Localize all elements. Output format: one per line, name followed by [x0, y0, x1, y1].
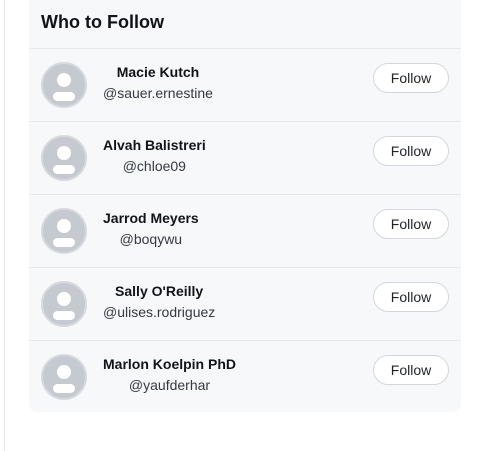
user-info: Macie Kutch @sauer.ernestine [103, 63, 213, 102]
user-info: Marlon Koelpin PhD @yaufderhar [103, 355, 236, 394]
user-info: Jarrod Meyers @boqywu [103, 209, 199, 248]
suggestion-row: Jarrod Meyers @boqywu Follow [29, 194, 461, 267]
panel-title: Who to Follow [41, 12, 164, 32]
user-avatar-icon[interactable] [41, 62, 87, 108]
suggestion-row: Sally O'Reilly @ulises.rodriguez Follow [29, 267, 461, 340]
left-divider [4, 0, 5, 451]
user-handle[interactable]: @sauer.ernestine [103, 84, 213, 102]
user-name[interactable]: Alvah Balistreri [103, 136, 206, 154]
user-avatar-icon[interactable] [41, 354, 87, 400]
user-handle[interactable]: @chloe09 [123, 157, 186, 175]
user-handle[interactable]: @ulises.rodriguez [103, 303, 215, 321]
user-name[interactable]: Sally O'Reilly [115, 282, 203, 300]
suggestion-row: Macie Kutch @sauer.ernestine Follow [29, 48, 461, 121]
suggestion-row: Marlon Koelpin PhD @yaufderhar Follow [29, 340, 461, 413]
user-handle[interactable]: @boqywu [120, 230, 182, 248]
suggestion-row: Alvah Balistreri @chloe09 Follow [29, 121, 461, 194]
user-info: Sally O'Reilly @ulises.rodriguez [103, 282, 215, 321]
user-info: Alvah Balistreri @chloe09 [103, 136, 206, 175]
follow-button[interactable]: Follow [373, 355, 449, 385]
who-to-follow-panel: Who to Follow Macie Kutch @sauer.ernesti… [29, 0, 461, 412]
user-avatar-icon[interactable] [41, 281, 87, 327]
user-name[interactable]: Jarrod Meyers [103, 209, 199, 227]
suggestion-list: Macie Kutch @sauer.ernestine Follow Alva… [29, 48, 461, 413]
user-name[interactable]: Macie Kutch [117, 63, 199, 81]
user-handle[interactable]: @yaufderhar [129, 376, 210, 394]
user-avatar-icon[interactable] [41, 208, 87, 254]
user-avatar-icon[interactable] [41, 135, 87, 181]
follow-button[interactable]: Follow [373, 136, 449, 166]
user-name[interactable]: Marlon Koelpin PhD [103, 355, 236, 373]
follow-button[interactable]: Follow [373, 63, 449, 93]
follow-button[interactable]: Follow [373, 282, 449, 312]
follow-button[interactable]: Follow [373, 209, 449, 239]
